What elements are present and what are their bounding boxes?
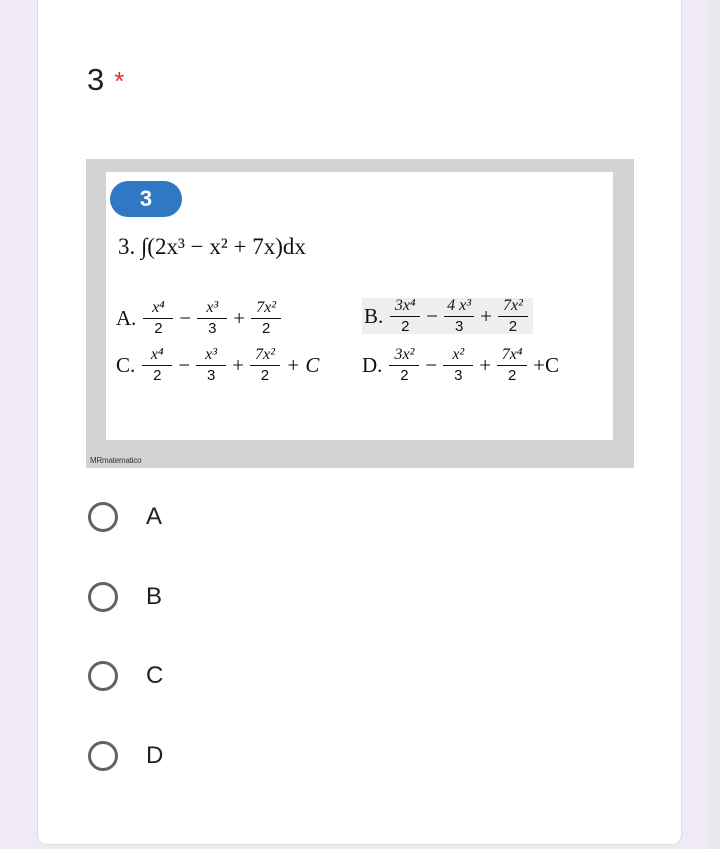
option-letter: A. [116,305,137,330]
operator: + [480,303,492,328]
radio-button-icon[interactable] [88,741,118,771]
numerator: x⁴ [150,346,164,363]
denominator: 2 [251,318,282,336]
denominator: 3 [197,318,228,336]
numerator: 7x² [256,299,277,316]
denominator: 2 [390,316,421,334]
question-image-content: 3 3. ∫(2x³ − x² + 7x)dx A. x⁴ 2 − x³ 3 + 7… [106,172,613,440]
option-letter: D. [362,352,383,377]
denominator: 2 [389,365,420,383]
option-letter: C. [116,352,136,377]
option-tail: + C [285,352,320,377]
fraction: 3x² 2 [389,346,420,383]
numerator: x³ [205,346,218,363]
choice-b[interactable]: B [88,582,162,612]
fraction: 7x² 2 [251,299,282,336]
option-letter: B. [364,303,384,328]
fraction: x³ 3 [196,346,227,383]
fraction: 7x² 2 [249,346,280,383]
scrollbar-track[interactable] [709,0,720,849]
choice-c[interactable]: C [88,661,163,691]
operator: − [178,352,191,377]
numerator: 3x² [394,346,415,363]
denominator: 3 [196,365,227,383]
operator: + [479,352,492,377]
denominator: 2 [143,318,174,336]
image-option-b: B. 3x⁴ 2 − 4 x³ 3 + 7x² 2 [362,298,533,334]
choice-d[interactable]: D [88,741,163,771]
image-option-a: A. x⁴ 2 − x³ 3 + 7x² 2 [116,300,290,336]
fraction: 7x² 2 [497,297,528,334]
question-number: 3 [87,62,105,97]
numerator: 7x⁴ [501,346,523,363]
problem-number-badge: 3 [110,181,182,217]
choice-label[interactable]: C [146,662,163,690]
fraction: 7x⁴ 2 [497,346,528,383]
operator: + [232,352,244,377]
choice-label[interactable]: B [146,583,162,611]
operator: − [179,305,192,330]
question-title: 3 * [87,62,124,98]
question-image: 3 3. ∫(2x³ − x² + 7x)dx A. x⁴ 2 − x³ 3 + 7… [86,159,634,468]
fraction: x² 3 [443,346,474,383]
radio-button-icon[interactable] [88,582,118,612]
choice-label[interactable]: A [146,503,162,531]
radio-button-icon[interactable] [88,661,118,691]
image-watermark: MRmatematico [90,456,142,465]
option-tail: +C [533,352,559,377]
image-option-c: C. x⁴ 2 − x³ 3 + 7x² 2 + C [116,346,322,384]
denominator: 2 [497,316,528,334]
choice-label[interactable]: D [146,742,163,770]
denominator: 2 [142,365,173,383]
choice-a[interactable]: A [88,502,162,532]
denominator: 2 [249,365,280,383]
operator: − [425,352,438,377]
numerator: 7x² [255,346,275,363]
required-asterisk: * [114,66,125,96]
denominator: 2 [497,365,528,383]
fraction: 3x⁴ 2 [390,297,421,334]
operator: − [426,303,439,328]
problem-statement: 3. ∫(2x³ − x² + 7x)dx [118,234,306,259]
fraction: 4 x³ 3 [444,297,475,334]
numerator: 4 x³ [447,297,472,314]
denominator: 3 [443,365,474,383]
fraction: x⁴ 2 [143,299,174,336]
numerator: x² [452,346,465,363]
fraction: x⁴ 2 [142,346,173,383]
denominator: 3 [444,316,475,334]
numerator: 7x² [503,297,523,314]
image-option-d: D. 3x² 2 − x² 3 + 7x⁴ 2 +C [362,346,562,384]
numerator: 3x⁴ [394,297,416,314]
radio-button-icon[interactable] [88,502,118,532]
operator: + [233,305,246,330]
numerator: x⁴ [152,299,165,316]
numerator: x³ [206,299,219,316]
fraction: x³ 3 [197,299,228,336]
